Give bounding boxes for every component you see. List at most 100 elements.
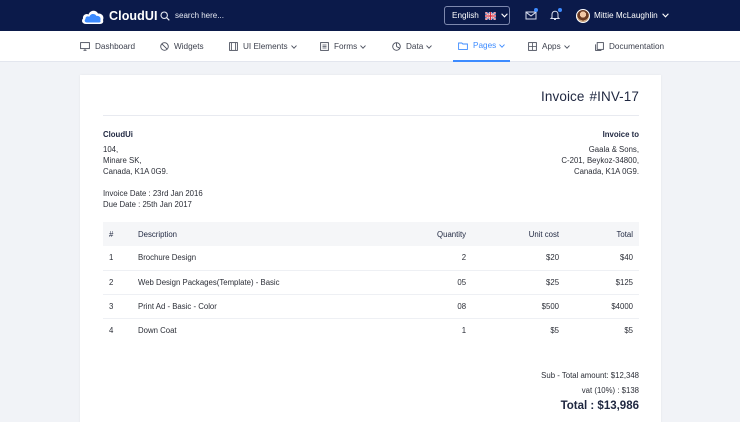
cell-number: 3 <box>103 294 132 320</box>
chevron-down-icon <box>360 44 367 49</box>
top-bar: CloudUI search here... English Mittie Mc… <box>0 0 740 31</box>
due-date: Due Date : 25th Jan 2017 <box>103 200 192 209</box>
recipient-address-line: Gaala & Sons, <box>588 145 639 154</box>
nav-item-apps[interactable]: Apps <box>528 31 570 62</box>
nav-item-label: Widgets <box>174 42 204 51</box>
unread-dot <box>534 8 538 12</box>
chevron-down-icon <box>290 44 297 49</box>
cell-description: Brochure Design <box>132 246 382 271</box>
cell-unit-cost: $25 <box>472 270 566 295</box>
monitor-icon <box>80 42 90 51</box>
pie-chart-icon <box>392 42 401 51</box>
invoice-title-word: Invoice <box>541 89 585 104</box>
sender-name: CloudUi <box>103 130 133 139</box>
sender-address-line: Minare SK, <box>103 156 142 165</box>
chevron-down-icon <box>563 44 570 49</box>
main-nav: Dashboard Widgets UI Elements Forms Data… <box>0 31 740 62</box>
column-header-number: # <box>103 222 132 246</box>
invoice-items-table: # Description Quantity Unit cost Total 1… <box>103 222 639 343</box>
nav-item-label: Forms <box>334 42 358 51</box>
table-row: 4 Down Coat 1 $5 $5 <box>103 319 639 343</box>
nav-item-label: Apps <box>542 42 561 51</box>
brand-logo[interactable]: CloudUI <box>80 6 158 26</box>
invoice-dates: Invoice Date : 23rd Jan 2016 Due Date : … <box>103 188 203 210</box>
list-icon <box>320 42 329 51</box>
cell-unit-cost: $500 <box>472 294 566 320</box>
cell-number: 2 <box>103 270 132 295</box>
nav-item-forms[interactable]: Forms <box>320 31 367 62</box>
no-entry-icon <box>160 42 169 51</box>
language-selector[interactable]: English <box>444 6 510 25</box>
grid-icon <box>528 42 537 51</box>
cell-quantity: 2 <box>382 246 473 271</box>
column-header-quantity: Quantity <box>382 222 473 246</box>
sender-address-line: 104, <box>103 145 119 154</box>
invoice-number: #INV-17 <box>589 89 639 104</box>
nav-item-label: UI Elements <box>243 42 288 51</box>
notification-dot <box>558 8 562 12</box>
cell-description: Down Coat <box>138 326 177 336</box>
nav-item-data[interactable]: Data <box>392 31 433 62</box>
cell-quantity: 08 <box>382 294 473 320</box>
cell-number: 1 <box>103 246 132 271</box>
user-name: Mittie McLaughlin <box>594 11 658 20</box>
cell-description: Web Design Packages(Template) - Basic <box>132 270 382 295</box>
chevron-down-icon <box>499 43 506 48</box>
cell-total: $125 <box>565 270 639 295</box>
nav-item-label: Pages <box>473 41 497 50</box>
column-header-total: Total <box>565 222 639 246</box>
table-row: 3 Print Ad - Basic - Color 08 $500 $4000 <box>103 294 639 320</box>
nav-item-label: Documentation <box>609 42 665 51</box>
search-input[interactable]: search here... <box>175 11 224 20</box>
avatar <box>576 8 590 23</box>
nav-item-widgets[interactable]: Widgets <box>160 31 204 62</box>
vat-amount: vat (10%) : $138 <box>581 386 639 395</box>
recipient-address-line: Canada, K1A 0G9. <box>573 167 639 176</box>
recipient-address-line: C-201, Beykoz-34800, <box>561 156 639 165</box>
cell-total: $5 <box>624 326 633 336</box>
column-header-unit-cost: Unit cost <box>472 222 566 246</box>
chevron-down-icon <box>661 13 669 18</box>
invoice-from: CloudUi 104, Minare SK, Canada, K1A 0G9. <box>103 129 168 177</box>
search-bar[interactable]: search here... <box>160 9 224 22</box>
invoice-to-heading: Invoice to <box>602 130 639 139</box>
nav-item-label: Data <box>406 42 424 51</box>
divider <box>103 115 639 116</box>
nav-item-documentation[interactable]: Documentation <box>595 31 664 62</box>
chevron-down-icon <box>426 44 433 49</box>
grand-total: Total : $13,986 <box>560 400 639 412</box>
cell-description: Print Ad - Basic - Color <box>132 294 382 320</box>
nav-item-ui-elements[interactable]: UI Elements <box>229 31 297 62</box>
messages-button[interactable] <box>525 8 538 21</box>
cell-number: 4 <box>109 326 114 336</box>
table-row: 1 Brochure Design 2 $20 $40 <box>103 246 639 271</box>
table-header-row: # Description Quantity Unit cost Total <box>103 222 639 246</box>
document-icon <box>595 42 604 51</box>
uk-flag-icon <box>484 11 496 20</box>
invoice-card: Invoice #INV-17 CloudUi 104, Minare SK, C… <box>80 75 661 422</box>
cell-quantity: 05 <box>382 270 473 295</box>
invoice-date: Invoice Date : 23rd Jan 2016 <box>103 189 203 198</box>
notifications-button[interactable] <box>549 8 562 21</box>
nav-item-dashboard[interactable]: Dashboard <box>80 31 135 62</box>
cell-total: $4000 <box>565 294 639 320</box>
search-icon <box>160 10 170 21</box>
nav-item-pages[interactable]: Pages <box>453 31 511 62</box>
invoice-title: Invoice #INV-17 <box>541 89 639 104</box>
cell-total: $40 <box>565 246 639 271</box>
column-header-description: Description <box>132 222 382 246</box>
cell-quantity: 1 <box>461 326 467 336</box>
nav-item-label: Dashboard <box>95 42 136 51</box>
brand-name: CloudUI <box>109 9 158 23</box>
cloud-logo-icon <box>82 10 104 24</box>
user-menu[interactable]: Mittie McLaughlin <box>576 8 669 23</box>
sender-address-line: Canada, K1A 0G9. <box>103 167 169 176</box>
language-label: English <box>452 11 479 20</box>
frame-icon <box>229 42 238 51</box>
folder-icon <box>458 42 468 50</box>
chevron-down-icon <box>501 13 508 18</box>
cell-unit-cost: $20 <box>472 246 566 271</box>
subtotal-amount: Sub - Total amount: $12,348 <box>541 371 639 380</box>
cell-unit-cost: $5 <box>550 326 560 336</box>
invoice-to: Invoice to Gaala & Sons, C-201, Beykoz-3… <box>561 129 639 177</box>
